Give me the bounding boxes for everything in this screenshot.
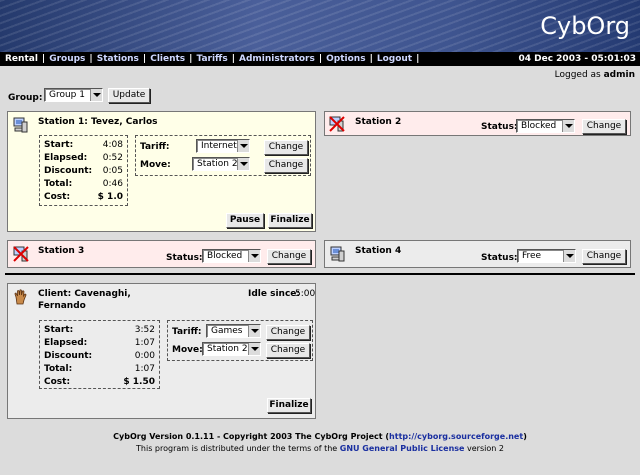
group-select-value: Group 1	[49, 90, 85, 100]
status-label: Status:	[481, 122, 518, 132]
status-change-button[interactable]: Change	[582, 249, 626, 264]
chevron-down-icon	[563, 250, 575, 262]
move-select[interactable]: Station 2	[202, 342, 261, 356]
menu-item-groups[interactable]: Groups	[49, 54, 85, 64]
menu-item-rental[interactable]: Rental	[5, 54, 38, 64]
chevron-down-icon	[237, 140, 249, 152]
stat-total: Total: 1:07	[44, 364, 155, 374]
blocked-computer-icon	[13, 246, 29, 262]
logged-as-label: Logged as	[554, 70, 601, 80]
menu-item-options[interactable]: Options	[326, 54, 365, 64]
chevron-down-icon	[237, 158, 249, 170]
tariff-change-button[interactable]: Change	[266, 325, 310, 340]
stat-discount: Discount: 0:00	[44, 351, 155, 361]
logged-user-name: admin	[603, 70, 635, 80]
computer-icon	[330, 246, 345, 262]
status-select[interactable]: Blocked	[516, 119, 575, 133]
chevron-down-icon	[248, 343, 260, 355]
status-label: Status:	[481, 253, 518, 263]
menu-item-logout[interactable]: Logout	[377, 54, 412, 64]
computer-icon	[13, 117, 28, 133]
hand-icon	[14, 289, 27, 305]
stat-start: Start: 3:52	[44, 325, 155, 335]
group-label: Group:	[8, 93, 43, 103]
finalize-button[interactable]: Finalize	[268, 213, 312, 228]
chevron-down-icon	[248, 325, 260, 337]
client-title-line2: Fernando	[38, 301, 86, 311]
station-2-title: Station 2	[355, 117, 402, 127]
footer: CybOrg Version 0.1.11 - Copyright 2003 T…	[0, 431, 640, 455]
move-select[interactable]: Station 2	[192, 157, 250, 171]
current-datetime: 04 Dec 2003 - 05:01:03	[518, 54, 636, 64]
menu-item-stations[interactable]: Stations	[97, 54, 139, 64]
station-1-stats: Start: 4:08 Elapsed: 0:52 Discount: 0:05 To…	[39, 135, 128, 206]
menu-item-tariffs[interactable]: Tariffs	[196, 54, 227, 64]
move-label: Move:	[140, 160, 171, 170]
stat-total: Total: 0:46	[44, 179, 123, 189]
license-link[interactable]: GNU General Public License	[340, 444, 465, 453]
chevron-down-icon	[90, 89, 102, 101]
tariff-select[interactable]: Internet	[196, 139, 250, 153]
main-menu: Rental | Groups | Stations | Clients | Tariffs | A…	[0, 52, 640, 66]
app-logo: CybOrg	[540, 12, 630, 40]
client-stats: Start: 3:52 Elapsed: 1:07 Discount: 0:00 To…	[39, 320, 160, 389]
stat-cost: Cost: $ 1.50	[44, 377, 155, 387]
station-1-title: Station 1: Tevez, Carlos	[38, 117, 158, 127]
move-label: Move:	[172, 345, 203, 355]
station-3-title: Station 3	[38, 246, 85, 256]
station-3-panel: Station 3 Status: Blocked Change	[7, 240, 316, 268]
client-title-line1: Client: Cavenaghi,	[38, 289, 131, 299]
status-select[interactable]: Blocked	[202, 249, 261, 263]
project-link[interactable]: http://cyborg.sourceforge.net	[389, 432, 523, 441]
status-label: Status:	[166, 253, 203, 263]
station-1-actions: Tariff: Internet Change Move: Station 2 …	[135, 135, 311, 176]
chevron-down-icon	[562, 120, 574, 132]
finalize-button[interactable]: Finalize	[267, 398, 311, 413]
pause-button[interactable]: Pause	[226, 213, 264, 228]
stat-discount: Discount: 0:05	[44, 166, 123, 176]
tariff-select[interactable]: Games	[206, 324, 261, 338]
header-banner: CybOrg	[0, 0, 640, 52]
tariff-change-button[interactable]: Change	[264, 140, 308, 155]
blocked-computer-icon	[329, 116, 345, 132]
idle-label: Idle since:	[248, 289, 301, 299]
move-change-button[interactable]: Change	[266, 343, 310, 358]
move-change-button[interactable]: Change	[264, 158, 308, 173]
logged-in-user: Logged as admin	[555, 70, 635, 80]
tariff-label: Tariff:	[172, 327, 202, 337]
section-divider	[5, 273, 635, 275]
update-button[interactable]: Update	[108, 88, 150, 103]
client-panel: Client: Cavenaghi, Fernando Idle since: …	[7, 283, 316, 419]
menu-item-clients[interactable]: Clients	[150, 54, 185, 64]
status-select[interactable]: Free	[517, 249, 576, 263]
station-4-panel: Station 4 Status: Free Change	[324, 240, 631, 268]
stat-cost: Cost: $ 1.0	[44, 192, 123, 202]
stat-elapsed: Elapsed: 0:52	[44, 153, 123, 163]
stat-elapsed: Elapsed: 1:07	[44, 338, 155, 348]
footer-copyright: CybOrg Version 0.1.11 - Copyright 2003 T…	[113, 432, 527, 441]
footer-license: This program is distributed under the te…	[136, 444, 504, 453]
idle-value: 5:00	[295, 289, 316, 299]
tariff-label: Tariff:	[140, 142, 170, 152]
client-actions: Tariff: Games Change Move: Station 2 Cha…	[167, 320, 313, 361]
menu-item-administrators[interactable]: Administrators	[239, 54, 315, 64]
group-select[interactable]: Group 1	[44, 88, 103, 102]
chevron-down-icon	[248, 250, 260, 262]
station-2-panel: Station 2 Status: Blocked Change	[324, 111, 631, 136]
status-change-button[interactable]: Change	[582, 119, 626, 134]
stat-start: Start: 4:08	[44, 140, 123, 150]
status-change-button[interactable]: Change	[267, 249, 311, 264]
station-4-title: Station 4	[355, 246, 402, 256]
station-1-panel: Station 1: Tevez, Carlos Start: 4:08 Elap…	[7, 111, 316, 232]
